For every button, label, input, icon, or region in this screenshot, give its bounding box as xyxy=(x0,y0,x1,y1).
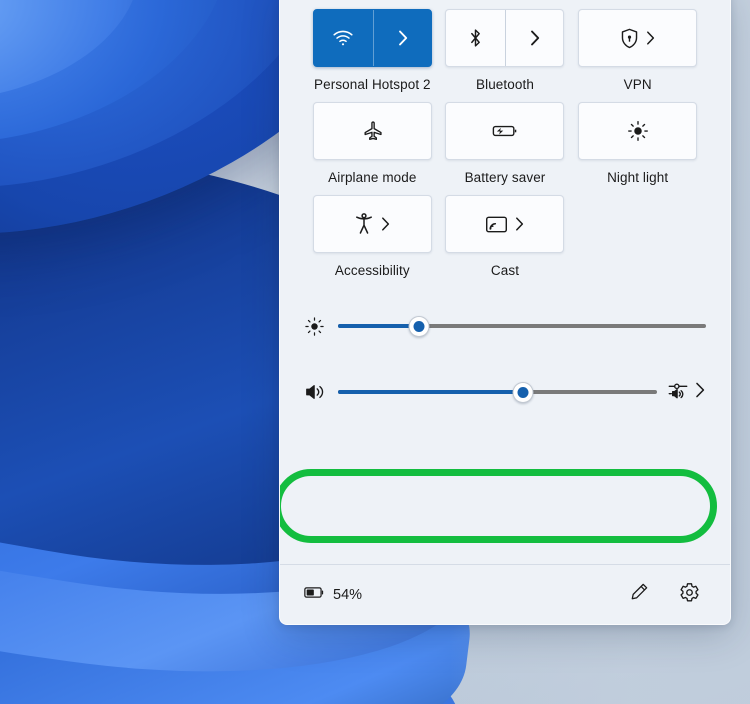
tile-personal-hotspot-toggle[interactable] xyxy=(314,10,374,66)
tile-cell-empty xyxy=(571,195,704,280)
tile-battery-saver-toggle[interactable] xyxy=(446,103,563,159)
pencil-icon xyxy=(629,582,649,607)
tile-vpn[interactable] xyxy=(578,9,698,67)
tile-cell-cast: Cast xyxy=(439,195,572,280)
tile-battery-saver[interactable] xyxy=(445,102,565,161)
brightness-slider-fill xyxy=(338,324,419,329)
volume-slider-row xyxy=(280,364,730,420)
battery-saver-icon xyxy=(492,123,518,139)
tile-cast-chevron-button[interactable] xyxy=(514,216,525,232)
cast-icon xyxy=(485,215,508,234)
quick-settings-footer: 54% xyxy=(280,564,730,624)
tile-label-battery-saver: Battery saver xyxy=(464,170,546,186)
battery-icon xyxy=(304,586,325,603)
gear-icon xyxy=(679,582,700,608)
tile-accessibility-toggle[interactable] xyxy=(354,213,374,235)
tile-bluetooth-chevron-button[interactable] xyxy=(506,10,564,66)
tile-airplane-mode[interactable] xyxy=(312,102,432,161)
tile-vpn-chevron-button[interactable] xyxy=(645,30,656,46)
tile-night-light[interactable] xyxy=(578,102,698,161)
tile-label-airplane-mode: Airplane mode xyxy=(328,170,417,186)
tile-label-cast: Cast xyxy=(490,263,520,279)
bluetooth-icon xyxy=(468,27,483,49)
volume-slider-fill xyxy=(338,390,524,395)
audio-output-mixer-icon[interactable] xyxy=(667,379,689,406)
open-settings-button[interactable] xyxy=(672,578,706,612)
tile-accessibility[interactable] xyxy=(312,195,432,254)
tile-bluetooth[interactable] xyxy=(445,9,565,67)
brightness-slider-row xyxy=(280,298,730,354)
chevron-right-icon xyxy=(380,216,391,232)
tile-night-light-toggle[interactable] xyxy=(579,103,696,159)
quick-settings-tile-grid: Personal Hotspot 2 Bluetooth VPN Airplan… xyxy=(280,0,730,288)
accessibility-icon xyxy=(354,213,374,235)
speaker-icon xyxy=(304,382,338,402)
brightness-icon xyxy=(304,316,338,337)
tile-personal-hotspot[interactable] xyxy=(312,9,432,67)
tile-cast[interactable] xyxy=(445,195,565,254)
tile-label-vpn: VPN xyxy=(623,77,652,92)
tile-cell-personal-hotspot: Personal Hotspot 2 xyxy=(306,9,439,94)
tile-cell-airplane-mode: Airplane mode xyxy=(306,102,439,187)
tile-label-personal-hotspot: Personal Hotspot 2 xyxy=(314,77,431,92)
tile-label-accessibility: Accessibility xyxy=(334,263,410,279)
chevron-right-icon xyxy=(529,29,541,47)
brightness-slider-thumb[interactable] xyxy=(408,315,430,337)
chevron-right-icon[interactable] xyxy=(694,380,706,405)
tile-vpn-toggle[interactable] xyxy=(620,28,639,49)
battery-status: 54% xyxy=(304,586,362,603)
tile-airplane-mode-toggle[interactable] xyxy=(314,103,431,159)
tile-cell-battery-saver: Battery saver xyxy=(439,102,572,187)
chevron-right-icon xyxy=(397,29,409,47)
tile-label-bluetooth: Bluetooth xyxy=(476,77,534,92)
battery-percent-label: 54% xyxy=(333,586,363,603)
tile-cell-bluetooth: Bluetooth xyxy=(439,9,572,94)
brightness-icon xyxy=(627,120,649,142)
quick-settings-panel: Personal Hotspot 2 Bluetooth VPN Airplan… xyxy=(279,0,731,625)
wifi-icon xyxy=(332,29,354,47)
tile-accessibility-chevron-button[interactable] xyxy=(380,216,391,232)
tile-cell-night-light: Night light xyxy=(571,102,704,187)
chevron-right-icon xyxy=(514,216,525,232)
tile-cell-vpn: VPN xyxy=(571,9,704,94)
tile-cell-accessibility: Accessibility xyxy=(306,195,439,280)
volume-row-highlight-annotation xyxy=(280,469,717,543)
shield-lock-icon xyxy=(620,28,639,49)
volume-trailing-controls xyxy=(667,379,706,406)
volume-slider[interactable] xyxy=(338,381,657,403)
tile-label-night-light: Night light xyxy=(607,170,669,186)
chevron-right-icon xyxy=(645,30,656,46)
volume-slider-thumb[interactable] xyxy=(512,381,534,403)
edit-quick-settings-button[interactable] xyxy=(622,578,656,612)
airplane-icon xyxy=(361,120,384,142)
tile-cast-toggle[interactable] xyxy=(485,215,508,234)
brightness-slider[interactable] xyxy=(338,315,706,337)
tile-personal-hotspot-chevron-button[interactable] xyxy=(374,10,432,66)
tile-bluetooth-toggle[interactable] xyxy=(446,10,507,66)
